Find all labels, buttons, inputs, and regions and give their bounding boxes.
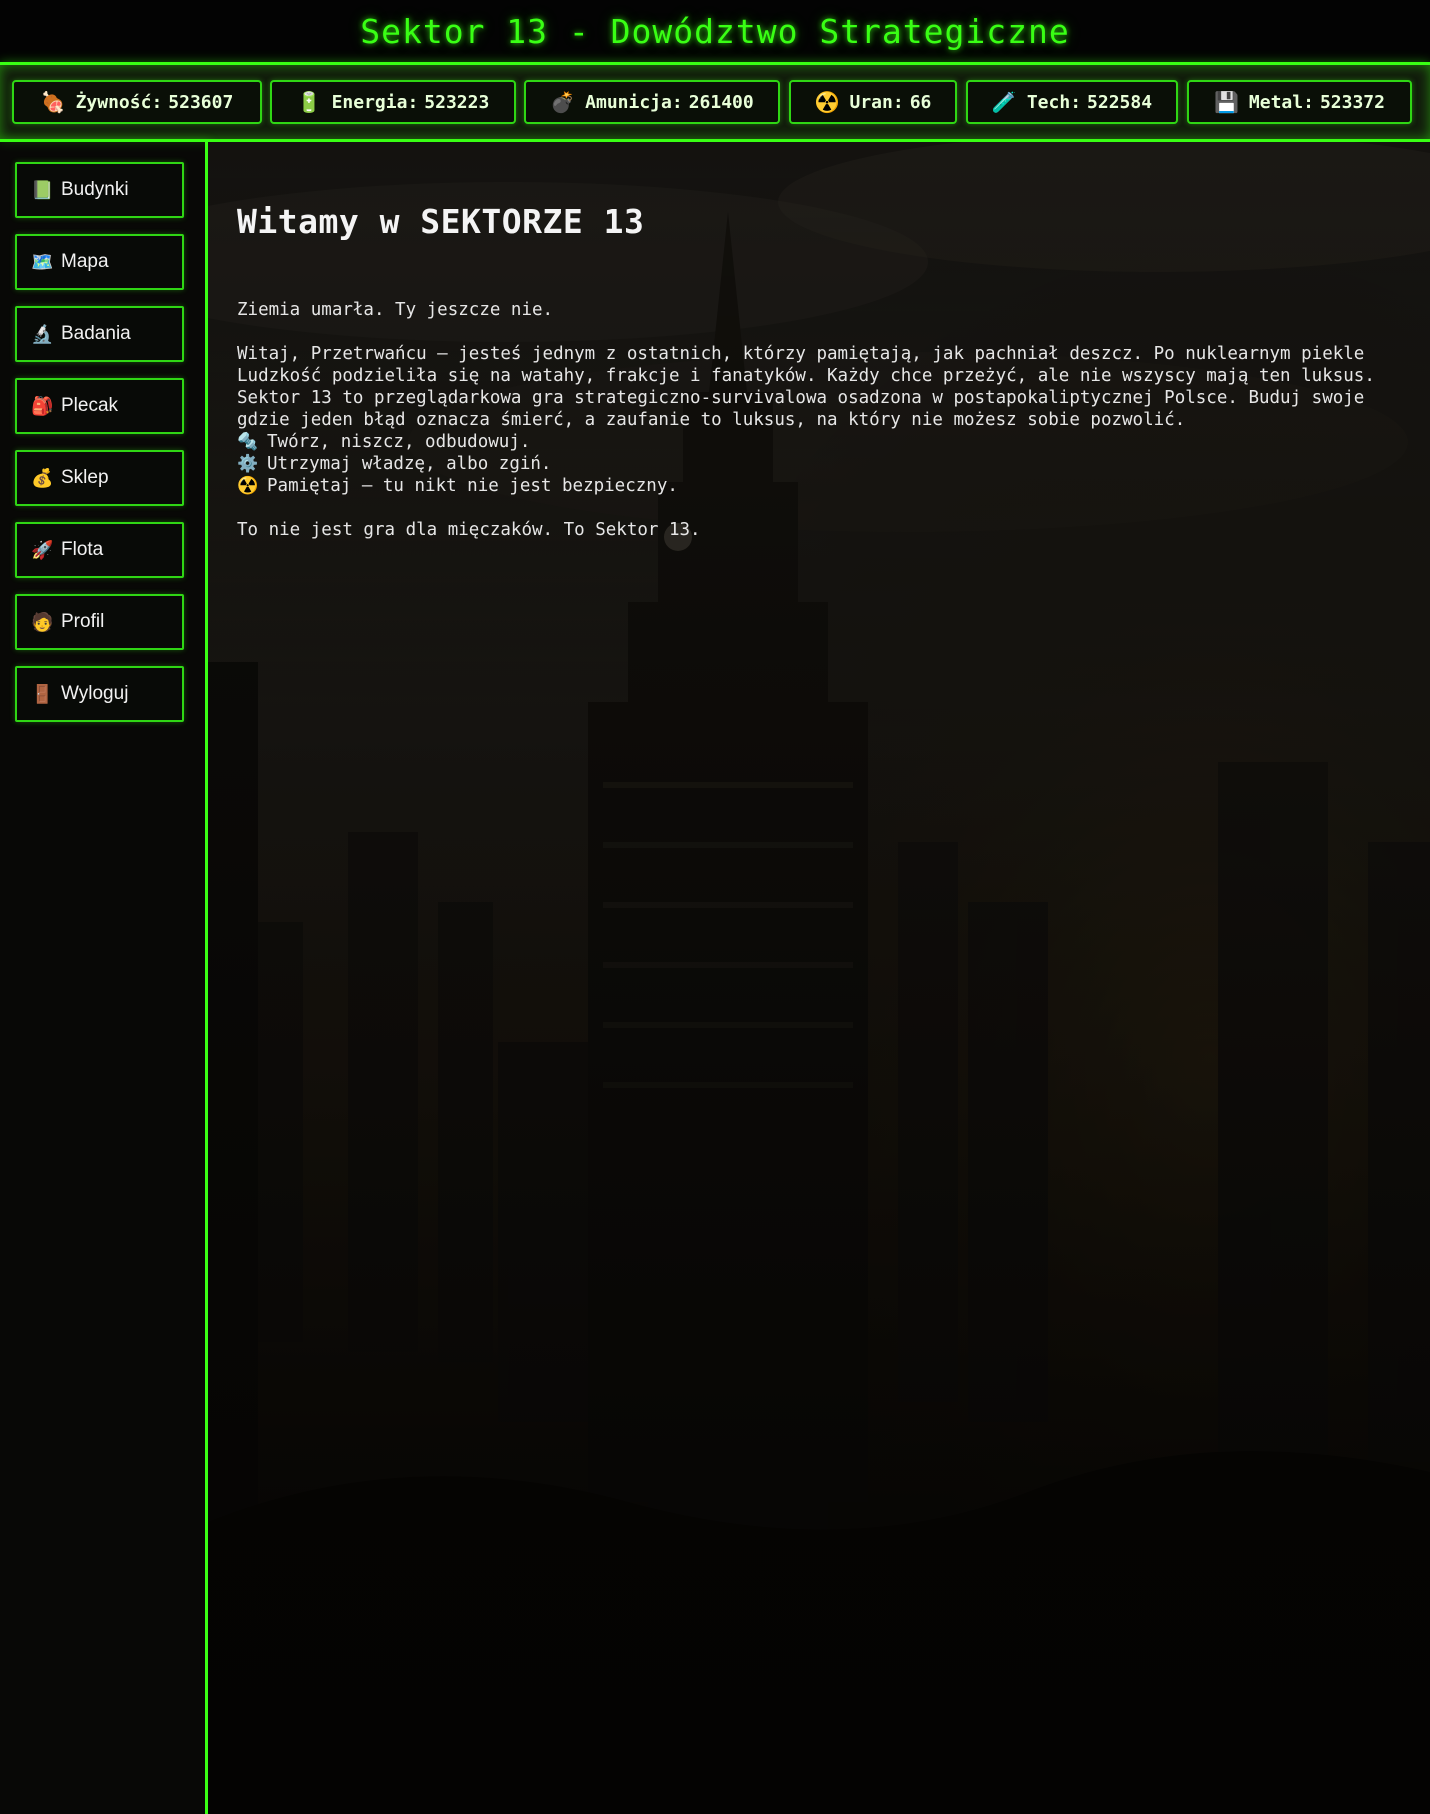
welcome-tagline: Ziemia umarła. Ty jeszcze nie. — [237, 300, 554, 320]
welcome-outro: To nie jest gra dla mięczaków. To Sektor… — [237, 520, 701, 540]
resource-value: 522584 — [1087, 91, 1153, 113]
floppy-disk-icon: 💾 — [1214, 90, 1239, 114]
sidebar-item-label: Flota — [61, 539, 104, 560]
rocket-icon: 🚀 — [31, 539, 54, 560]
sidebar-item-label: Badania — [61, 323, 131, 344]
resource-label: Amunicja — [585, 91, 672, 113]
resource-value: 523607 — [168, 91, 234, 113]
microscope-icon: 🔬 — [31, 323, 54, 344]
story-line: Sektor 13 to przeglądarkowa gra strategi… — [237, 388, 1365, 408]
resource-label: Tech — [1026, 91, 1071, 113]
page-title: Sektor 13 - Dowództwo Strategiczne — [360, 11, 1070, 51]
green-book-icon: 📗 — [31, 179, 54, 200]
meat-icon: 🍖 — [40, 90, 66, 114]
map-icon: 🗺️ — [31, 251, 54, 272]
resource-ammo: 💣 Amunicja: 261400 — [524, 80, 780, 124]
welcome-bullets: 🔩 Twórz, niszcz, odbudowuj. ⚙️ Utrzymaj … — [237, 431, 1430, 497]
welcome-panel: Witamy w SEKTORZE 13 Ziemia umarła. Ty j… — [237, 202, 1430, 541]
bullet-item: ⚙️ Utrzymaj władzę, albo zgiń. — [237, 453, 1430, 475]
radiation-icon: ☢️ — [237, 476, 259, 496]
door-icon: 🚪 — [31, 683, 54, 704]
battery-icon: 🔋 — [296, 90, 322, 114]
story-line: Ludzkość podzieliła się na watahy, frakc… — [237, 366, 1375, 386]
resource-label: Metal — [1248, 91, 1304, 113]
resource-value: 523372 — [1319, 91, 1385, 113]
money-bag-icon: 💰 — [31, 467, 54, 488]
gear-icon: ⚙️ — [237, 454, 259, 474]
bullet-text: Twórz, niszcz, odbudowuj. — [267, 432, 531, 452]
person-icon: 🧑 — [31, 611, 54, 632]
tech-icon: 🧪 — [991, 90, 1017, 114]
sidebar: 📗 Budynki 🗺️ Mapa 🔬 Badania 🎒 Plecak 💰 S… — [0, 142, 208, 1814]
resource-label: Uran — [849, 91, 893, 113]
nut-bolt-icon: 🔩 — [237, 432, 259, 452]
resource-value: 66 — [909, 91, 932, 113]
sidebar-item-label: Profil — [61, 611, 105, 632]
sidebar-item-label: Budynki — [61, 179, 129, 200]
resource-uranium: ☢️ Uran: 66 — [789, 80, 957, 124]
resource-value: 261400 — [688, 91, 754, 113]
resource-bar: 🍖 Żywność: 523607 🔋 Energia: 523223 💣 Amun… — [0, 62, 1430, 142]
resource-tech: 🧪 Tech: 522584 — [966, 80, 1178, 124]
radiation-icon: ☢️ — [814, 90, 840, 114]
bomb-icon: 💣 — [550, 90, 576, 114]
sidebar-item-label: Mapa — [61, 251, 109, 272]
bullet-item: ☢️ Pamiętaj – tu nikt nie jest bezpieczn… — [237, 475, 1430, 497]
sidebar-item-plecak[interactable]: 🎒 Plecak — [15, 378, 184, 434]
sidebar-item-label: Wyloguj — [61, 683, 129, 704]
resource-value: 523223 — [424, 91, 490, 113]
backpack-icon: 🎒 — [31, 395, 54, 416]
sidebar-item-label: Plecak — [61, 395, 119, 416]
welcome-heading: Witamy w SEKTORZE 13 — [237, 202, 645, 241]
welcome-story: Witaj, Przetrwańcu – jesteś jednym z ost… — [237, 343, 1430, 431]
sidebar-item-label: Sklep — [61, 467, 109, 488]
story-line: gdzie jeden błąd oznacza śmierć, a zaufa… — [237, 410, 1186, 430]
main-content: Witamy w SEKTORZE 13 Ziemia umarła. Ty j… — [208, 142, 1430, 1814]
bullet-item: 🔩 Twórz, niszcz, odbudowuj. — [237, 431, 1430, 453]
sidebar-item-flota[interactable]: 🚀 Flota — [15, 522, 184, 578]
sidebar-item-budynki[interactable]: 📗 Budynki — [15, 162, 184, 218]
sidebar-item-wyloguj[interactable]: 🚪 Wyloguj — [15, 666, 184, 722]
header-bar: Sektor 13 - Dowództwo Strategiczne — [0, 0, 1430, 62]
sidebar-item-sklep[interactable]: 💰 Sklep — [15, 450, 184, 506]
resource-metal: 💾 Metal: 523372 — [1187, 80, 1412, 124]
sidebar-item-badania[interactable]: 🔬 Badania — [15, 306, 184, 362]
resource-energy: 🔋 Energia: 523223 — [270, 80, 516, 124]
sidebar-item-mapa[interactable]: 🗺️ Mapa — [15, 234, 184, 290]
sidebar-item-profil[interactable]: 🧑 Profil — [15, 594, 184, 650]
resource-food: 🍖 Żywność: 523607 — [12, 80, 262, 124]
resource-label: Żywność — [75, 91, 152, 113]
story-line: Witaj, Przetrwańcu – jesteś jednym z ost… — [237, 344, 1365, 364]
resource-label: Energia — [331, 91, 408, 113]
bullet-text: Utrzymaj władzę, albo zgiń. — [267, 454, 552, 474]
bullet-text: Pamiętaj – tu nikt nie jest bezpieczny. — [267, 476, 678, 496]
